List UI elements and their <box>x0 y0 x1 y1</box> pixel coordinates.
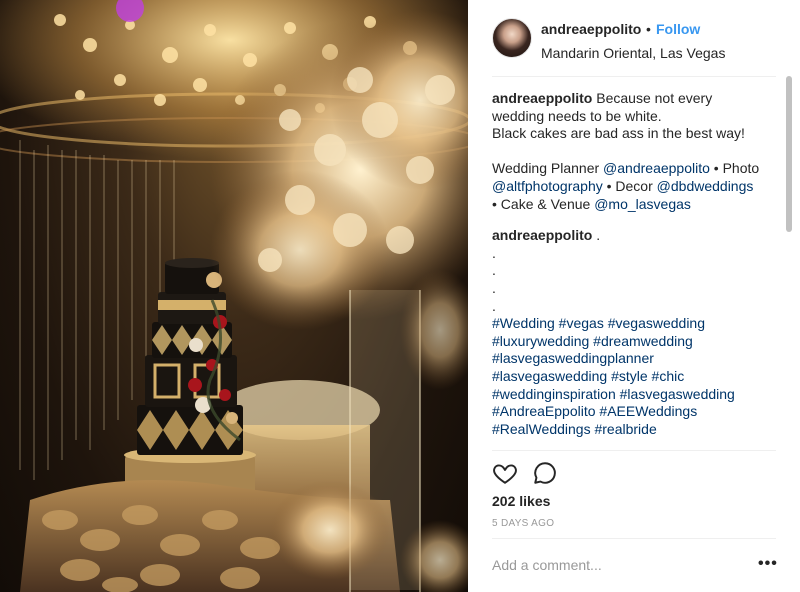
caption-text: andreaeppolito Because not every wedding… <box>492 90 762 125</box>
caption-comment: andreaeppolito Because not every wedding… <box>492 90 762 213</box>
avatar[interactable] <box>492 18 532 58</box>
more-options-icon[interactable]: ••• <box>758 556 778 572</box>
divider <box>492 76 776 77</box>
hashtag-line[interactable]: #weddinginspiration #lasvegaswedding <box>492 386 762 404</box>
hashtag-line[interactable]: #RealWeddings #realbride <box>492 421 762 439</box>
venue-prefix: • Cake & Venue <box>492 195 595 212</box>
likes-count[interactable]: 202 likes <box>492 493 550 509</box>
hashtag-line[interactable]: #Wedding #vegas #vegaswedding <box>492 315 762 333</box>
dot-line: . <box>492 262 496 279</box>
comment-lead: . <box>592 227 601 244</box>
post-timestamp[interactable]: 5 DAYS AGO <box>492 518 554 529</box>
hashtag-line[interactable]: #AndreaEppolito #AEEWeddings <box>492 403 762 421</box>
decor-prefix: • Decor <box>602 177 657 194</box>
photo-prefix: • Photo <box>709 160 760 177</box>
hashtag-line[interactable]: #luxurywedding #dreamwedding <box>492 333 762 351</box>
dot-line: . <box>492 297 496 314</box>
heart-outline-icon[interactable] <box>492 460 518 486</box>
divider <box>492 450 776 451</box>
wedding-cake-photo <box>0 0 468 592</box>
divider <box>492 538 776 539</box>
decor-handle-link[interactable]: @dbdweddings <box>657 178 754 194</box>
hashtag-line[interactable]: #lasvegasweddingplanner <box>492 350 762 368</box>
caption-line2: Black cakes are bad ass in the best way! <box>492 125 745 142</box>
venue-handle-link[interactable]: @mo_lasvegas <box>594 196 691 212</box>
post-photo[interactable] <box>0 0 468 592</box>
comments-list[interactable]: andreaeppolito Because not every wedding… <box>492 90 762 450</box>
speech-bubble-icon[interactable] <box>532 460 558 486</box>
comments-scrollbar[interactable] <box>786 76 792 232</box>
header-separator: • <box>646 21 651 37</box>
dot-line: . <box>492 279 496 296</box>
dot-line: . <box>492 244 496 261</box>
hashtag-comment: andreaeppolito . . . . . #Wedding #vegas… <box>492 227 762 438</box>
planner-prefix: Wedding Planner <box>492 160 604 177</box>
caption-credits: Wedding Planner @andreaeppolito • Photo … <box>492 160 762 213</box>
hashtag-line[interactable]: #lasvegaswedding #style #chic <box>492 368 762 386</box>
photo-handle-link[interactable]: @altfphotography <box>492 178 603 194</box>
planner-handle-link[interactable]: @andreaeppolito <box>603 160 710 176</box>
hashtag-comment-head: andreaeppolito . <box>492 227 762 245</box>
post-details-panel: andreaeppolito • Follow Mandarin Orienta… <box>468 0 800 592</box>
caption-username[interactable]: andreaeppolito <box>492 90 592 106</box>
comment-username[interactable]: andreaeppolito <box>492 227 592 243</box>
post-header: andreaeppolito • Follow Mandarin Orienta… <box>468 0 800 76</box>
header-username[interactable]: andreaeppolito <box>541 21 641 37</box>
follow-button[interactable]: Follow <box>656 21 700 37</box>
add-comment-input[interactable] <box>492 553 732 577</box>
location-link[interactable]: Mandarin Oriental, Las Vegas <box>541 45 725 61</box>
